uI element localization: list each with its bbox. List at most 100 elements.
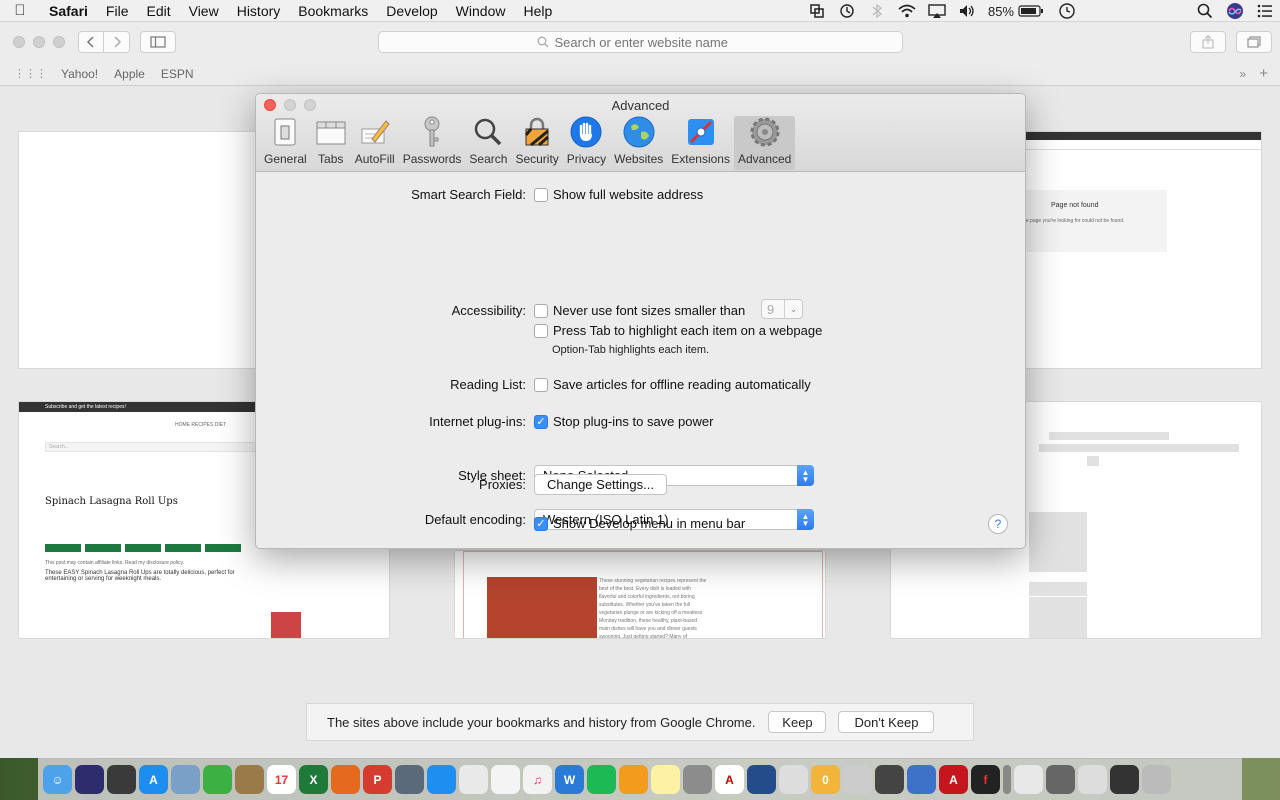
apple-menu-icon[interactable]: : [0, 2, 40, 19]
tab-autofill[interactable]: AutoFill: [351, 116, 399, 170]
press-tab-option[interactable]: Press Tab to highlight each item on a we…: [534, 323, 822, 338]
safari-icon[interactable]: [427, 765, 456, 794]
mission-control-icon[interactable]: [107, 765, 136, 794]
menu-edit[interactable]: Edit: [137, 3, 179, 19]
close-window-button[interactable]: [13, 36, 25, 48]
tab-passwords[interactable]: Passwords: [399, 116, 466, 170]
firefox-icon[interactable]: [331, 765, 360, 794]
menu-develop[interactable]: Develop: [377, 3, 446, 19]
favorite-yahoo[interactable]: Yahoo!: [61, 67, 98, 81]
dont-keep-button[interactable]: Don't Keep: [838, 711, 935, 733]
never-use-font-sizes-checkbox[interactable]: [534, 303, 548, 318]
tab-extensions[interactable]: Extensions: [667, 116, 734, 170]
stickies-icon[interactable]: [651, 765, 680, 794]
trash-icon[interactable]: [1142, 765, 1171, 794]
preview-icon[interactable]: [171, 765, 200, 794]
zoom-window-button[interactable]: [53, 36, 65, 48]
printer-icon[interactable]: [875, 765, 904, 794]
minimized-window-icon[interactable]: [1110, 765, 1139, 794]
minimized-window-icon[interactable]: [1078, 765, 1107, 794]
minimize-window-button[interactable]: [33, 36, 45, 48]
more-favorites-icon[interactable]: »: [1239, 67, 1246, 81]
no-entry-app-icon[interactable]: [779, 765, 808, 794]
menu-file[interactable]: File: [97, 3, 138, 19]
time-machine-icon[interactable]: [832, 0, 862, 22]
chrome-icon[interactable]: [459, 765, 488, 794]
airplay-icon[interactable]: [922, 0, 952, 22]
change-settings-button[interactable]: Change Settings...: [534, 474, 667, 495]
sidebar-toggle-button[interactable]: [140, 31, 176, 53]
quicktime-icon[interactable]: [747, 765, 776, 794]
minimized-window-icon[interactable]: [1014, 765, 1043, 794]
address-bar[interactable]: [378, 31, 903, 53]
show-all-tabs-button[interactable]: [1236, 31, 1272, 53]
grid-icon[interactable]: ⋮⋮⋮: [14, 67, 47, 80]
menu-window[interactable]: Window: [447, 3, 515, 19]
battery-percent[interactable]: 85%: [982, 4, 1016, 19]
menu-history[interactable]: History: [228, 3, 290, 19]
tab-general[interactable]: General: [260, 116, 311, 170]
address-input[interactable]: [554, 34, 745, 50]
top-site-thumbnail[interactable]: These stunning vegetarian recipes repres…: [454, 550, 826, 639]
menu-bookmarks[interactable]: Bookmarks: [289, 3, 377, 19]
battery-icon[interactable]: [1016, 0, 1046, 22]
show-develop-checkbox[interactable]: ✓: [534, 516, 548, 531]
save-articles-checkbox[interactable]: [534, 377, 548, 392]
tab-tabs[interactable]: Tabs: [311, 116, 351, 170]
press-tab-checkbox[interactable]: [534, 323, 548, 338]
facetime-icon[interactable]: [203, 765, 232, 794]
menu-app-safari[interactable]: Safari: [40, 3, 97, 19]
never-use-font-sizes-option[interactable]: Never use font sizes smaller than: [534, 303, 745, 318]
launchpad-icon[interactable]: [395, 765, 424, 794]
forbidden-app-icon[interactable]: [843, 765, 872, 794]
new-tab-icon[interactable]: +: [1259, 65, 1268, 82]
ibooks-icon[interactable]: [619, 765, 648, 794]
forward-button[interactable]: [104, 31, 130, 53]
spotify-icon[interactable]: [587, 765, 616, 794]
app-store-icon[interactable]: A: [139, 765, 168, 794]
minimized-window-icon[interactable]: [1046, 765, 1075, 794]
bluetooth-icon[interactable]: [862, 0, 892, 22]
presentation-icon[interactable]: P: [363, 765, 392, 794]
finder-icon[interactable]: ☺: [43, 765, 72, 794]
tab-security[interactable]: Security: [511, 116, 562, 170]
keep-button[interactable]: Keep: [768, 711, 827, 733]
itunes-icon[interactable]: ♫: [523, 765, 552, 794]
outline-app-icon[interactable]: 0: [811, 765, 840, 794]
tab-privacy[interactable]: Privacy: [563, 116, 610, 170]
stats-app-icon[interactable]: [907, 765, 936, 794]
wifi-icon[interactable]: [892, 0, 922, 22]
back-button[interactable]: [78, 31, 104, 53]
show-develop-option[interactable]: ✓ Show Develop menu in menu bar: [534, 516, 745, 531]
help-button[interactable]: ?: [988, 514, 1008, 534]
favorite-apple[interactable]: Apple: [114, 67, 145, 81]
save-articles-option[interactable]: Save articles for offline reading automa…: [534, 377, 811, 392]
word-icon[interactable]: W: [555, 765, 584, 794]
tab-advanced[interactable]: Advanced: [733, 116, 796, 170]
photos-icon[interactable]: [491, 765, 520, 794]
show-full-address-option[interactable]: Show full website address: [534, 187, 703, 202]
spotlight-icon[interactable]: [1190, 0, 1220, 22]
stop-plugins-checkbox[interactable]: ✓: [534, 414, 548, 429]
stop-plugins-option[interactable]: ✓ Stop plug-ins to save power: [534, 414, 713, 429]
siri-app-icon[interactable]: [75, 765, 104, 794]
notification-center-icon[interactable]: [1250, 0, 1280, 22]
excel-icon[interactable]: X: [299, 765, 328, 794]
screen-mirror-icon[interactable]: [802, 0, 832, 22]
volume-icon[interactable]: [952, 0, 982, 22]
tab-search[interactable]: Search: [465, 116, 511, 170]
acrobat-icon[interactable]: A: [715, 765, 744, 794]
minimum-font-size-select[interactable]: 9 ⌄: [761, 299, 803, 319]
menu-view[interactable]: View: [180, 3, 228, 19]
adobe-reader-icon[interactable]: A: [939, 765, 968, 794]
system-preferences-icon[interactable]: [683, 765, 712, 794]
clock-icon[interactable]: [1052, 0, 1082, 22]
calendar-icon[interactable]: 17: [267, 765, 296, 794]
flash-icon[interactable]: f: [971, 765, 1000, 794]
notes-brown-icon[interactable]: [235, 765, 264, 794]
siri-icon[interactable]: [1220, 0, 1250, 22]
favorite-espn[interactable]: ESPN: [161, 67, 194, 81]
menu-help[interactable]: Help: [514, 3, 561, 19]
show-full-address-checkbox[interactable]: [534, 187, 548, 202]
tab-websites[interactable]: Websites: [610, 116, 667, 170]
